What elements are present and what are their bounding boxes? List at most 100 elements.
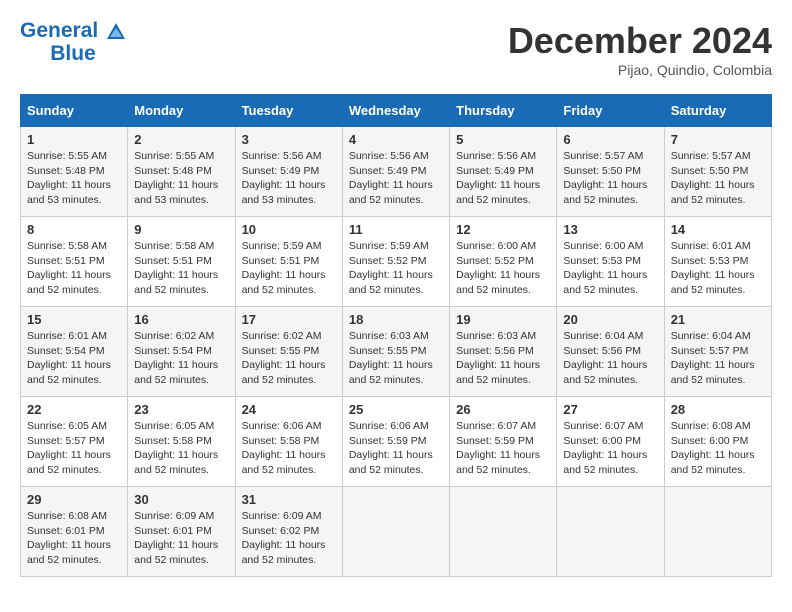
calendar-cell: 14 Sunrise: 6:01 AM Sunset: 5:53 PM Dayl… bbox=[664, 217, 771, 307]
sunset: Sunset: 5:48 PM bbox=[27, 164, 121, 179]
calendar-cell: 23 Sunrise: 6:05 AM Sunset: 5:58 PM Dayl… bbox=[128, 397, 235, 487]
calendar-cell: 6 Sunrise: 5:57 AM Sunset: 5:50 PM Dayli… bbox=[557, 127, 664, 217]
sunset: Sunset: 6:00 PM bbox=[671, 434, 765, 449]
day-number: 29 bbox=[27, 492, 121, 507]
daylight: Daylight: 11 hours and 52 minutes. bbox=[563, 178, 657, 207]
sunset: Sunset: 5:53 PM bbox=[671, 254, 765, 269]
day-number: 21 bbox=[671, 312, 765, 327]
sunset: Sunset: 5:55 PM bbox=[349, 344, 443, 359]
day-info: Sunrise: 6:06 AM Sunset: 5:58 PM Dayligh… bbox=[242, 419, 336, 478]
sunrise: Sunrise: 6:05 AM bbox=[27, 419, 121, 434]
day-number: 2 bbox=[134, 132, 228, 147]
calendar-header-row: Sunday Monday Tuesday Wednesday Thursday… bbox=[21, 95, 772, 127]
daylight: Daylight: 11 hours and 52 minutes. bbox=[456, 448, 550, 477]
sunset: Sunset: 5:59 PM bbox=[349, 434, 443, 449]
sunset: Sunset: 6:00 PM bbox=[563, 434, 657, 449]
day-info: Sunrise: 5:57 AM Sunset: 5:50 PM Dayligh… bbox=[671, 149, 765, 208]
day-info: Sunrise: 6:01 AM Sunset: 5:54 PM Dayligh… bbox=[27, 329, 121, 388]
sunrise: Sunrise: 6:06 AM bbox=[349, 419, 443, 434]
sunrise: Sunrise: 5:57 AM bbox=[563, 149, 657, 164]
week-row-4: 22 Sunrise: 6:05 AM Sunset: 5:57 PM Dayl… bbox=[21, 397, 772, 487]
day-number: 9 bbox=[134, 222, 228, 237]
day-number: 4 bbox=[349, 132, 443, 147]
sunrise: Sunrise: 5:56 AM bbox=[456, 149, 550, 164]
daylight: Daylight: 11 hours and 52 minutes. bbox=[134, 358, 228, 387]
daylight: Daylight: 11 hours and 52 minutes. bbox=[242, 538, 336, 567]
daylight: Daylight: 11 hours and 52 minutes. bbox=[27, 538, 121, 567]
day-info: Sunrise: 5:56 AM Sunset: 5:49 PM Dayligh… bbox=[456, 149, 550, 208]
sunset: Sunset: 5:57 PM bbox=[671, 344, 765, 359]
day-number: 1 bbox=[27, 132, 121, 147]
sunset: Sunset: 5:49 PM bbox=[242, 164, 336, 179]
calendar-table: Sunday Monday Tuesday Wednesday Thursday… bbox=[20, 94, 772, 577]
sunset: Sunset: 5:55 PM bbox=[242, 344, 336, 359]
week-row-1: 1 Sunrise: 5:55 AM Sunset: 5:48 PM Dayli… bbox=[21, 127, 772, 217]
day-number: 20 bbox=[563, 312, 657, 327]
day-info: Sunrise: 6:04 AM Sunset: 5:56 PM Dayligh… bbox=[563, 329, 657, 388]
day-number: 28 bbox=[671, 402, 765, 417]
calendar-cell: 5 Sunrise: 5:56 AM Sunset: 5:49 PM Dayli… bbox=[450, 127, 557, 217]
calendar-cell: 3 Sunrise: 5:56 AM Sunset: 5:49 PM Dayli… bbox=[235, 127, 342, 217]
sunrise: Sunrise: 5:58 AM bbox=[134, 239, 228, 254]
daylight: Daylight: 11 hours and 52 minutes. bbox=[456, 358, 550, 387]
header-sunday: Sunday bbox=[21, 95, 128, 127]
calendar-cell bbox=[557, 487, 664, 577]
sunrise: Sunrise: 6:01 AM bbox=[27, 329, 121, 344]
calendar-cell: 2 Sunrise: 5:55 AM Sunset: 5:48 PM Dayli… bbox=[128, 127, 235, 217]
calendar-cell: 15 Sunrise: 6:01 AM Sunset: 5:54 PM Dayl… bbox=[21, 307, 128, 397]
sunset: Sunset: 5:50 PM bbox=[563, 164, 657, 179]
daylight: Daylight: 11 hours and 52 minutes. bbox=[27, 358, 121, 387]
sunset: Sunset: 5:56 PM bbox=[563, 344, 657, 359]
sunset: Sunset: 5:52 PM bbox=[456, 254, 550, 269]
calendar-cell: 7 Sunrise: 5:57 AM Sunset: 5:50 PM Dayli… bbox=[664, 127, 771, 217]
sunrise: Sunrise: 5:58 AM bbox=[27, 239, 121, 254]
day-info: Sunrise: 5:56 AM Sunset: 5:49 PM Dayligh… bbox=[242, 149, 336, 208]
calendar-cell: 9 Sunrise: 5:58 AM Sunset: 5:51 PM Dayli… bbox=[128, 217, 235, 307]
sunset: Sunset: 6:01 PM bbox=[27, 524, 121, 539]
calendar-cell bbox=[342, 487, 449, 577]
logo-icon bbox=[106, 21, 126, 41]
day-number: 26 bbox=[456, 402, 550, 417]
sunrise: Sunrise: 6:02 AM bbox=[242, 329, 336, 344]
day-number: 27 bbox=[563, 402, 657, 417]
day-info: Sunrise: 6:05 AM Sunset: 5:58 PM Dayligh… bbox=[134, 419, 228, 478]
daylight: Daylight: 11 hours and 52 minutes. bbox=[242, 448, 336, 477]
sunset: Sunset: 5:52 PM bbox=[349, 254, 443, 269]
day-info: Sunrise: 6:03 AM Sunset: 5:56 PM Dayligh… bbox=[456, 329, 550, 388]
calendar-cell: 13 Sunrise: 6:00 AM Sunset: 5:53 PM Dayl… bbox=[557, 217, 664, 307]
calendar-cell: 16 Sunrise: 6:02 AM Sunset: 5:54 PM Dayl… bbox=[128, 307, 235, 397]
day-info: Sunrise: 5:58 AM Sunset: 5:51 PM Dayligh… bbox=[27, 239, 121, 298]
day-info: Sunrise: 5:55 AM Sunset: 5:48 PM Dayligh… bbox=[134, 149, 228, 208]
daylight: Daylight: 11 hours and 52 minutes. bbox=[563, 358, 657, 387]
calendar-cell: 17 Sunrise: 6:02 AM Sunset: 5:55 PM Dayl… bbox=[235, 307, 342, 397]
day-info: Sunrise: 6:08 AM Sunset: 6:00 PM Dayligh… bbox=[671, 419, 765, 478]
day-number: 11 bbox=[349, 222, 443, 237]
daylight: Daylight: 11 hours and 52 minutes. bbox=[349, 178, 443, 207]
sunrise: Sunrise: 6:08 AM bbox=[671, 419, 765, 434]
day-info: Sunrise: 5:56 AM Sunset: 5:49 PM Dayligh… bbox=[349, 149, 443, 208]
daylight: Daylight: 11 hours and 52 minutes. bbox=[456, 178, 550, 207]
calendar-cell: 30 Sunrise: 6:09 AM Sunset: 6:01 PM Dayl… bbox=[128, 487, 235, 577]
day-number: 15 bbox=[27, 312, 121, 327]
day-info: Sunrise: 6:07 AM Sunset: 6:00 PM Dayligh… bbox=[563, 419, 657, 478]
sunset: Sunset: 5:56 PM bbox=[456, 344, 550, 359]
day-number: 7 bbox=[671, 132, 765, 147]
day-info: Sunrise: 5:59 AM Sunset: 5:51 PM Dayligh… bbox=[242, 239, 336, 298]
sunrise: Sunrise: 6:00 AM bbox=[563, 239, 657, 254]
day-info: Sunrise: 6:00 AM Sunset: 5:53 PM Dayligh… bbox=[563, 239, 657, 298]
sunset: Sunset: 5:57 PM bbox=[27, 434, 121, 449]
day-info: Sunrise: 6:04 AM Sunset: 5:57 PM Dayligh… bbox=[671, 329, 765, 388]
sunset: Sunset: 5:58 PM bbox=[242, 434, 336, 449]
day-info: Sunrise: 5:58 AM Sunset: 5:51 PM Dayligh… bbox=[134, 239, 228, 298]
daylight: Daylight: 11 hours and 52 minutes. bbox=[27, 448, 121, 477]
week-row-5: 29 Sunrise: 6:08 AM Sunset: 6:01 PM Dayl… bbox=[21, 487, 772, 577]
daylight: Daylight: 11 hours and 52 minutes. bbox=[671, 178, 765, 207]
sunrise: Sunrise: 6:04 AM bbox=[671, 329, 765, 344]
daylight: Daylight: 11 hours and 52 minutes. bbox=[671, 268, 765, 297]
calendar-cell: 21 Sunrise: 6:04 AM Sunset: 5:57 PM Dayl… bbox=[664, 307, 771, 397]
daylight: Daylight: 11 hours and 52 minutes. bbox=[134, 538, 228, 567]
daylight: Daylight: 11 hours and 52 minutes. bbox=[671, 358, 765, 387]
calendar-cell: 29 Sunrise: 6:08 AM Sunset: 6:01 PM Dayl… bbox=[21, 487, 128, 577]
sunrise: Sunrise: 6:07 AM bbox=[456, 419, 550, 434]
sunset: Sunset: 6:01 PM bbox=[134, 524, 228, 539]
